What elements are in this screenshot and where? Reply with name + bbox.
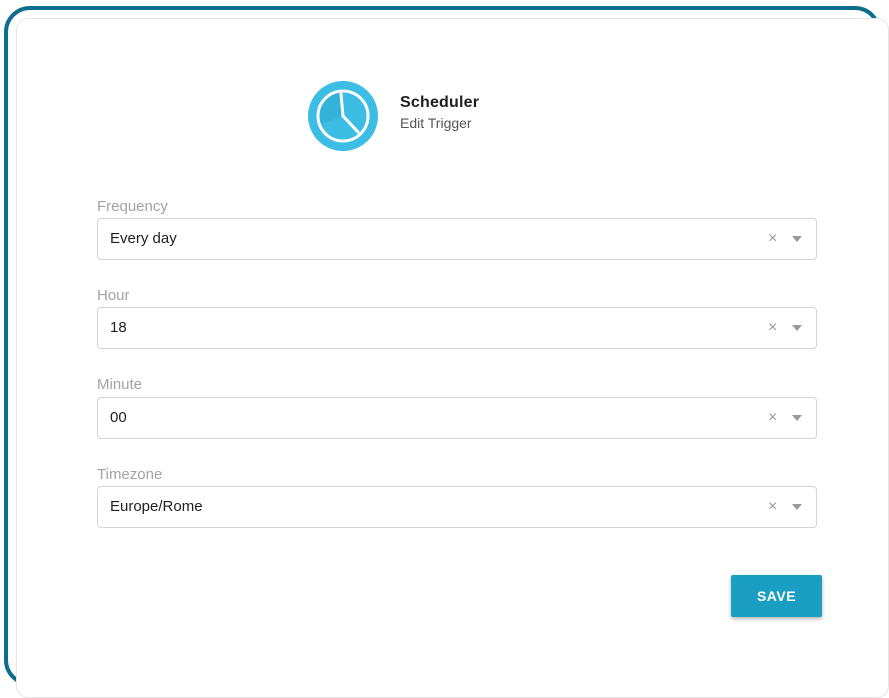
- hour-label: Hour: [97, 287, 130, 304]
- timezone-select[interactable]: Europe/Rome ×: [97, 486, 817, 528]
- minute-select[interactable]: 00 ×: [97, 397, 817, 439]
- timezone-value: Europe/Rome: [110, 498, 203, 515]
- page-title: Scheduler: [400, 93, 480, 111]
- timezone-label: Timezone: [97, 466, 163, 483]
- chevron-down-icon[interactable]: [792, 325, 802, 331]
- save-button[interactable]: SAVE: [731, 575, 822, 617]
- chevron-down-icon[interactable]: [792, 504, 802, 510]
- clear-icon[interactable]: ×: [768, 219, 777, 259]
- frequency-label: Frequency: [97, 198, 168, 215]
- page-header: Scheduler Edit Trigger: [308, 80, 479, 152]
- minute-label: Minute: [97, 376, 143, 393]
- frequency-value: Every day: [110, 230, 177, 247]
- clear-icon[interactable]: ×: [768, 398, 777, 438]
- chevron-down-icon[interactable]: [792, 236, 802, 242]
- clear-icon[interactable]: ×: [768, 308, 777, 348]
- hour-select[interactable]: 18 ×: [97, 307, 817, 349]
- clock-icon: [308, 81, 378, 151]
- page-subtitle: Edit Trigger: [400, 114, 472, 131]
- minute-value: 00: [110, 409, 127, 426]
- chevron-down-icon[interactable]: [792, 415, 802, 421]
- clear-icon[interactable]: ×: [768, 487, 777, 527]
- hour-value: 18: [110, 319, 127, 336]
- frequency-select[interactable]: Every day ×: [97, 218, 817, 260]
